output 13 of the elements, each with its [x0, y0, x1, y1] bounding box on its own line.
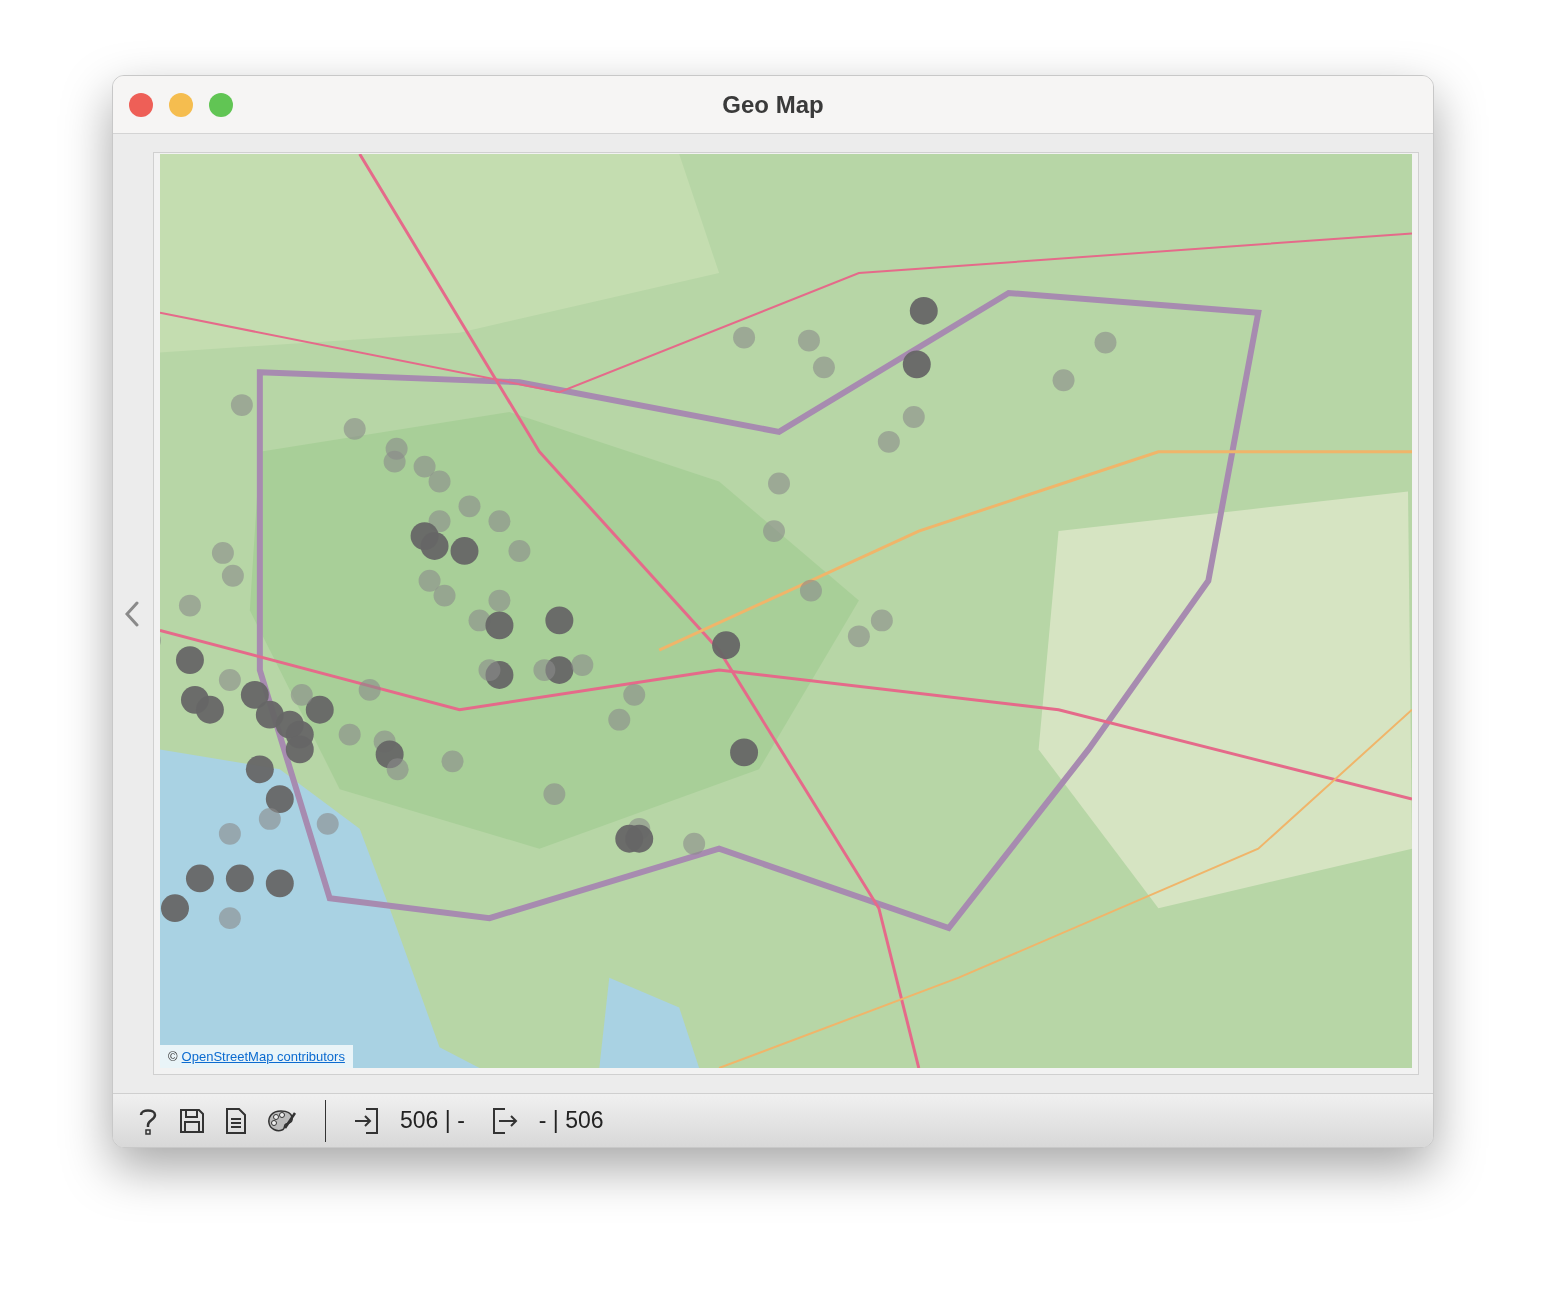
output-icon: [490, 1106, 519, 1135]
document-icon[interactable]: [225, 1107, 247, 1134]
close-button[interactable]: [129, 92, 153, 117]
input-count: 506 | -: [400, 1107, 465, 1134]
window-title: Geo Map: [722, 90, 824, 119]
copyright-symbol: ©: [168, 1049, 178, 1064]
output-count: - | 506: [538, 1107, 604, 1134]
help-icon[interactable]: [137, 1106, 159, 1135]
save-icon[interactable]: [179, 1107, 205, 1134]
input-icon: [354, 1106, 380, 1135]
chevron-left-icon[interactable]: [125, 600, 139, 627]
attribution-link[interactable]: OpenStreetMap contributors: [181, 1049, 345, 1064]
palette-icon[interactable]: [267, 1107, 297, 1134]
